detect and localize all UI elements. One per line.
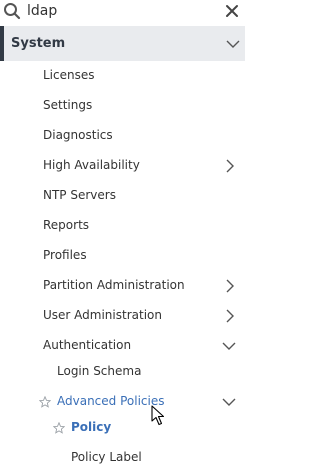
sidebar-item-label: Login Schema [57,364,142,378]
sidebar-item-label: NTP Servers [43,188,116,202]
sidebar-item-login-schema[interactable]: Login Schema [0,357,245,387]
search-input[interactable]: ldap [27,2,57,20]
sidebar-item-label: Licenses [43,68,95,82]
sidebar-item-system[interactable]: System [0,26,245,61]
sidebar-item-partition-administration[interactable]: Partition Administration [0,271,245,301]
sidebar-item-settings[interactable]: Settings [0,91,245,121]
chevron-right-icon[interactable] [223,159,237,173]
sidebar-item-label: Policy [71,420,112,434]
chevron-down-icon[interactable] [221,395,237,409]
sidebar-item-label: High Availability [43,158,140,172]
chevron-right-icon[interactable] [223,279,237,293]
sidebar-item-reports[interactable]: Reports [0,211,245,241]
sidebar-item-diagnostics[interactable]: Diagnostics [0,121,245,151]
sidebar-item-policy-label[interactable]: Policy Label [0,443,245,465]
chevron-down-icon[interactable] [221,339,237,353]
search-icon [4,3,21,20]
sidebar-item-ntp-servers[interactable]: NTP Servers [0,181,245,211]
sidebar-item-label: Policy Label [71,450,142,464]
sidebar-item-high-availability[interactable]: High Availability [0,151,245,181]
close-icon[interactable] [224,3,240,19]
sidebar-item-policy[interactable]: Policy [0,413,245,443]
sidebar-item-licenses[interactable]: Licenses [0,61,245,91]
sidebar-item-label: Partition Administration [43,278,185,292]
navigation-panel: ldap System Licenses Settings Diagnostic… [0,0,245,465]
sidebar-item-label: System [11,36,66,51]
sidebar-item-profiles[interactable]: Profiles [0,241,245,271]
chevron-down-icon[interactable] [225,37,241,51]
sidebar-item-label: Profiles [43,248,87,262]
sidebar-item-label: User Administration [43,308,162,322]
sidebar-item-label: Advanced Policies [57,394,165,408]
star-icon[interactable] [39,396,51,408]
mouse-cursor-icon [151,405,165,426]
chevron-right-icon[interactable] [223,309,237,323]
sidebar-item-label: Settings [43,98,93,112]
sidebar-item-label: Authentication [43,338,132,352]
sidebar-item-user-administration[interactable]: User Administration [0,301,245,331]
sidebar-item-label: Reports [43,218,90,232]
search-bar: ldap [0,0,245,26]
star-icon[interactable] [53,422,65,434]
sidebar-item-label: Diagnostics [43,128,113,142]
